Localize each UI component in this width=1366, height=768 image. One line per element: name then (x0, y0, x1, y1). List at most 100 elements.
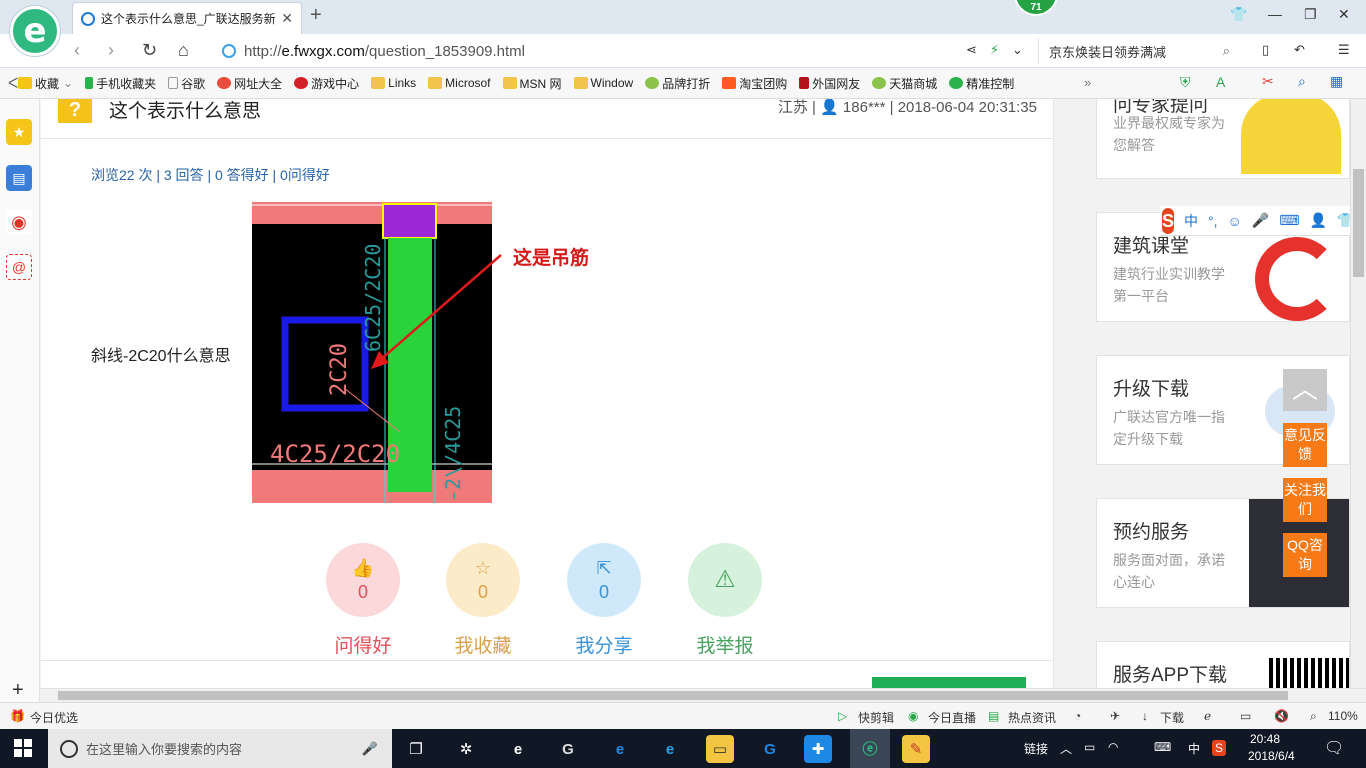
keyboard-icon[interactable]: ⌨ (1279, 212, 1299, 229)
ie-mode-icon[interactable]: ℯ (1204, 709, 1211, 723)
skin-icon[interactable]: 👕 (1230, 6, 1247, 23)
undo-icon[interactable]: ↶ (1294, 42, 1305, 58)
ie-icon[interactable]: e (606, 735, 634, 763)
bookmark-item[interactable]: 游戏中心 (294, 75, 359, 92)
favorite-label[interactable]: 我收藏 (443, 631, 523, 658)
report-button[interactable]: ⚠ 我举报 (685, 543, 765, 658)
horizontal-scrollbar[interactable] (40, 688, 1366, 702)
good-question-label[interactable]: 问得好 (323, 631, 403, 658)
maximize-icon[interactable]: ❐ (1304, 6, 1317, 23)
bookmark-item[interactable]: 手机收藏夹 (85, 75, 156, 92)
bookmark-folder[interactable]: Links (371, 76, 416, 90)
shield-icon[interactable]: ⛨ (1180, 74, 1191, 91)
share-button[interactable]: ⇱ 0 我分享 (564, 543, 644, 658)
url-text[interactable]: http://e.fwxgx.com/question_1853909.html (244, 43, 525, 60)
file-explorer-icon[interactable]: ▭ (706, 735, 734, 763)
lightning-icon[interactable]: ⚡ (990, 42, 999, 58)
bookmark-folder[interactable]: MSN 网 (502, 75, 562, 92)
share-label[interactable]: 我分享 (564, 631, 644, 658)
task-view-icon[interactable]: ❐ (402, 735, 430, 763)
clock-time[interactable]: 20:48 (1250, 732, 1280, 746)
bookmark-item[interactable]: 收藏 ⌄ (18, 75, 73, 92)
more-bookmarks-icon[interactable]: » (1084, 75, 1091, 90)
home-icon[interactable]: ⌂ (178, 40, 189, 61)
follow-us-button[interactable]: 关注我们 (1283, 478, 1327, 522)
status-live[interactable]: 今日直播 (928, 709, 976, 726)
new-tab-button[interactable]: + (310, 4, 322, 27)
user-icon[interactable]: 👤 (1309, 212, 1326, 229)
browser-app-icon[interactable]: G (554, 735, 582, 763)
bookmark-item[interactable]: 精准控制 (949, 75, 1014, 92)
action-circle[interactable]: ⇱ 0 (567, 543, 641, 617)
close-window-icon[interactable]: ✕ (1338, 6, 1350, 23)
favorite-button[interactable]: ☆ 0 我收藏 (443, 543, 523, 658)
notes-app-icon[interactable]: ✎ (902, 735, 930, 763)
bookmark-item[interactable]: 天猫商城 (872, 75, 937, 92)
battery-icon[interactable]: ▭ (1084, 740, 1095, 754)
action-circle[interactable]: ⚠ (688, 543, 762, 617)
browser-logo-icon[interactable]: e (10, 6, 60, 56)
status-news[interactable]: 热点资讯 (1008, 709, 1056, 726)
zoom-level[interactable]: 110% (1328, 709, 1358, 723)
wifi-icon[interactable]: ◠ (1108, 740, 1118, 754)
windows-start-icon[interactable] (14, 739, 32, 757)
sogou-tray-icon[interactable]: S (1212, 740, 1227, 756)
question-stats[interactable]: 浏览22 次 | 3 回答 | 0 答得好 | 0问得好 (91, 165, 330, 185)
grid-icon[interactable]: ▦ (1330, 73, 1343, 90)
notification-center-icon[interactable]: 🗨 (1324, 738, 1344, 758)
speed-icon[interactable]: ◔ (1074, 709, 1081, 723)
mute-icon[interactable]: 🔇 (1274, 709, 1289, 723)
search-icon[interactable]: ⌕ (1223, 43, 1230, 59)
browser-tab[interactable]: 这个表示什么意思_广联达服务新 ✕ (72, 2, 302, 34)
mic-icon[interactable]: 🎤 (1252, 212, 1269, 229)
search-box[interactable]: 京东焕装日领券满减 ⌕ (1038, 38, 1238, 64)
bookmark-item[interactable]: 淘宝团购 (722, 75, 787, 92)
back-to-top-icon[interactable]: ︿ (1283, 369, 1327, 411)
window-icon[interactable]: ▭ (1240, 709, 1251, 723)
bookmark-item[interactable]: 网址大全 (217, 75, 282, 92)
ad-app-download[interactable]: 服务APP下载 (1096, 641, 1350, 688)
microphone-icon[interactable]: 🎤 (362, 741, 378, 757)
address-bar[interactable]: http://e.fwxgx.com/question_1853909.html (222, 39, 1022, 63)
clock-date[interactable]: 2018/6/4 (1248, 749, 1295, 763)
scroll-thumb[interactable] (58, 691, 1288, 700)
bookmark-folder[interactable]: Microsof (428, 76, 491, 90)
ie-blue-icon[interactable]: e (656, 735, 684, 763)
reload-icon[interactable]: ↻ (142, 40, 157, 61)
tray-link[interactable]: 链接 (1024, 740, 1048, 757)
mobile-icon[interactable]: ▯ (1262, 42, 1269, 58)
collapse-icon[interactable]: ᐸ (8, 75, 18, 92)
share-icon[interactable]: ⋖ (966, 42, 977, 58)
mail-icon[interactable]: @ (6, 254, 32, 280)
sogou-logo-icon[interactable]: S (1162, 207, 1175, 234)
fan-app-icon[interactable]: ✲ (452, 735, 480, 763)
magnifier-icon[interactable]: ⌕ (1298, 73, 1306, 90)
forward-icon[interactable]: › (108, 40, 114, 61)
report-label[interactable]: 我举报 (685, 631, 765, 658)
qq-consult-button[interactable]: QQ咨询 (1283, 533, 1327, 577)
feedback-button[interactable]: 意见反馈 (1283, 423, 1327, 467)
action-circle[interactable]: 👍 0 (326, 543, 400, 617)
pin-icon[interactable]: ✈ (1110, 709, 1120, 723)
status-download[interactable]: 下载 (1160, 709, 1184, 726)
tray-expand-icon[interactable]: ︿ (1060, 740, 1072, 757)
search-suggestion[interactable]: 京东焕装日领券满减 (1049, 42, 1166, 61)
notification-badge[interactable]: 71 (1014, 0, 1058, 16)
menu-icon[interactable]: ☰ (1338, 42, 1350, 58)
today-picks[interactable]: 今日优选 (30, 709, 78, 726)
edge-icon[interactable]: e (504, 735, 532, 763)
back-icon[interactable]: ‹ (74, 40, 80, 61)
scroll-thumb[interactable] (1353, 169, 1364, 277)
good-question-button[interactable]: 👍 0 问得好 (323, 543, 403, 658)
favorites-star-icon[interactable]: ★ (6, 119, 32, 145)
bookmark-item[interactable]: 谷歌 (168, 75, 205, 92)
taskbar-search[interactable]: 在这里输入你要搜索的内容 🎤 (48, 729, 392, 768)
ime-indicator[interactable]: 中 (1188, 740, 1200, 757)
plus-app-icon[interactable]: ✚ (804, 735, 832, 763)
add-sidebar-icon[interactable]: + (12, 679, 24, 702)
vertical-scrollbar[interactable] (1350, 99, 1366, 688)
weibo-icon[interactable]: ◉ (6, 209, 32, 235)
bookmark-item[interactable]: 外国网友 (799, 75, 860, 92)
g-app-icon[interactable]: G (756, 735, 784, 763)
active-browser-icon[interactable]: ⓔ (850, 729, 890, 768)
